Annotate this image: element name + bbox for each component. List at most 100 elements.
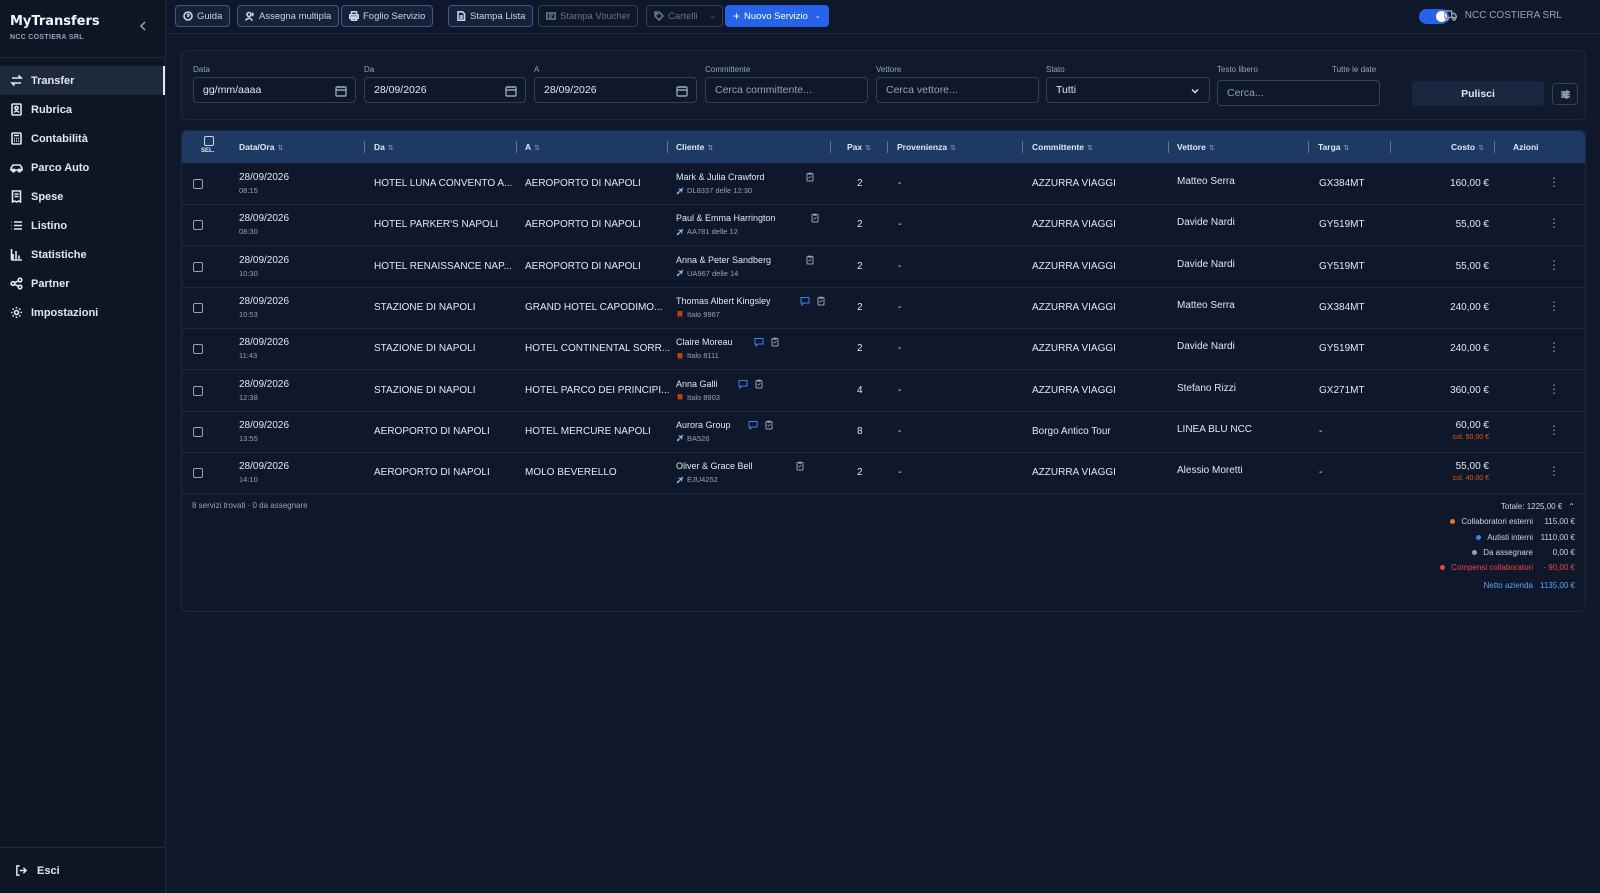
customer-cell[interactable]: Thomas Albert Kingsley Italo 9967: [676, 296, 771, 319]
header-to[interactable]: A ⇅: [525, 142, 540, 152]
print-list-button[interactable]: Stampa Lista: [448, 5, 534, 27]
clipboard-icon[interactable]: [795, 461, 805, 471]
collapse-sidebar-icon[interactable]: [137, 20, 149, 32]
calendar-icon[interactable]: [505, 85, 517, 97]
clipboard-icon[interactable]: [810, 213, 820, 223]
row-actions-menu[interactable]: ⋮: [1548, 423, 1560, 437]
message-icon[interactable]: [748, 420, 758, 431]
table-row[interactable]: 28/09/2026 14:10 AEROPORTO DI NAPOLI MOLO B…: [182, 452, 1585, 495]
notes-icon[interactable]: [754, 337, 764, 348]
customer-cell[interactable]: Claire Moreau Italo 8111: [676, 337, 733, 360]
service-sheet-button[interactable]: Foglio Servizio: [341, 5, 434, 27]
voucher-icon[interactable]: [795, 461, 805, 471]
table-row[interactable]: 28/09/2026 11:43 STAZIONE DI NAPOLI HOTEL C…: [182, 328, 1585, 371]
total-line[interactable]: Totale: 1225,00 € ⌃: [1440, 499, 1575, 514]
sidebar-item-rubrica[interactable]: Rubrica: [0, 95, 165, 124]
row-actions-menu[interactable]: ⋮: [1548, 175, 1560, 189]
sidebar-item-partner[interactable]: Partner: [0, 269, 165, 298]
voucher-icon[interactable]: [805, 255, 815, 265]
client-search-input[interactable]: Cerca committente...: [705, 77, 868, 103]
sidebar-item-spese[interactable]: Spese: [0, 182, 165, 211]
header-cost[interactable]: Costo ⇅: [1451, 142, 1484, 152]
row-checkbox[interactable]: [193, 385, 203, 396]
status-select[interactable]: Tutti: [1046, 77, 1210, 103]
clipboard-icon[interactable]: [805, 172, 815, 182]
voucher-icon[interactable]: [816, 296, 826, 306]
customer-cell[interactable]: Oliver & Grace Bell EJU4252: [676, 461, 753, 484]
voucher-icon[interactable]: [764, 420, 774, 430]
logout-button[interactable]: Esci: [0, 847, 166, 893]
sidebar-item-listino[interactable]: Listino: [0, 211, 165, 240]
row-checkbox[interactable]: [193, 426, 203, 437]
notes-icon[interactable]: [748, 420, 758, 431]
row-actions-menu[interactable]: ⋮: [1548, 464, 1560, 478]
voucher-icon[interactable]: [805, 172, 815, 182]
row-checkbox[interactable]: [193, 179, 203, 189]
from-filter-input[interactable]: 28/09/2026: [364, 77, 526, 103]
customer-cell[interactable]: Aurora Group BA526: [676, 420, 731, 443]
table-row[interactable]: 28/09/2026 10:30 HOTEL RENAISSANCE NAP... A…: [182, 246, 1585, 288]
advanced-filter-button[interactable]: [1552, 83, 1578, 105]
date-filter-input[interactable]: gg/mm/aaaa: [193, 77, 356, 103]
message-icon[interactable]: [754, 337, 764, 348]
row-checkbox[interactable]: [193, 220, 203, 231]
calendar-icon[interactable]: [335, 85, 347, 97]
calendar-icon[interactable]: [676, 85, 688, 97]
header-from[interactable]: Da ⇅: [374, 142, 394, 152]
voucher-icon[interactable]: [770, 337, 780, 347]
header-datetime[interactable]: Data/Ora ⇅: [239, 142, 283, 152]
row-actions-menu[interactable]: ⋮: [1548, 299, 1560, 313]
header-origin[interactable]: Provenienza ⇅: [897, 142, 956, 152]
row-actions-menu[interactable]: ⋮: [1548, 382, 1560, 396]
row-actions-menu[interactable]: ⋮: [1548, 216, 1560, 230]
print-voucher-button[interactable]: Stampa Voucher: [538, 5, 639, 27]
customer-cell[interactable]: Anna Galli Italo 8903: [676, 379, 720, 402]
voucher-icon[interactable]: [754, 379, 764, 389]
table-row[interactable]: 28/09/2026 12:38 STAZIONE DI NAPOLI HOTEL P…: [182, 370, 1585, 412]
clipboard-icon[interactable]: [770, 337, 780, 347]
signs-dropdown-button[interactable]: Cartelli ⌄: [646, 5, 724, 27]
notes-icon[interactable]: [738, 379, 748, 389]
table-row[interactable]: 28/09/2026 08:15 HOTEL LUNA CONVENTO A... A…: [182, 163, 1585, 205]
customer-cell[interactable]: Mark & Julia Crawford DL8337 delle 12:30: [676, 172, 765, 195]
free-text-input[interactable]: Cerca...: [1217, 80, 1380, 106]
clipboard-icon[interactable]: [754, 379, 764, 389]
header-carrier[interactable]: Vettore ⇅: [1177, 142, 1215, 152]
clear-filters-button[interactable]: Pulisci: [1412, 81, 1544, 106]
select-all-checkbox[interactable]: [204, 136, 214, 146]
sidebar-item-transfer[interactable]: Transfer: [0, 66, 165, 95]
sidebar-item-contabilit-[interactable]: Contabilità: [0, 124, 165, 153]
notes-icon[interactable]: [800, 296, 810, 307]
all-dates-label[interactable]: Tutte le date: [1332, 65, 1376, 74]
row-actions-menu[interactable]: ⋮: [1548, 340, 1560, 354]
customer-cell[interactable]: Paul & Emma Harrington AA781 delle 12: [676, 213, 776, 236]
customer-cell[interactable]: Anna & Peter Sandberg UA967 delle 14: [676, 255, 771, 278]
row-checkbox[interactable]: [193, 344, 203, 355]
row-checkbox[interactable]: [193, 261, 203, 272]
row-actions-menu[interactable]: ⋮: [1548, 258, 1560, 272]
table-row[interactable]: 28/09/2026 13:55 AEROPORTO DI NAPOLI HOTEL …: [182, 411, 1585, 453]
status-dot: [1472, 550, 1478, 556]
clipboard-icon[interactable]: [764, 420, 774, 430]
row-checkbox[interactable]: [193, 302, 203, 313]
new-service-button[interactable]: + Nuovo Servizio ⌄: [725, 5, 829, 27]
row-checkbox[interactable]: [193, 468, 203, 479]
message-icon[interactable]: [800, 296, 810, 307]
voucher-icon[interactable]: [810, 213, 820, 223]
header-plate[interactable]: Targa ⇅: [1318, 142, 1349, 152]
sidebar-item-parco-auto[interactable]: Parco Auto: [0, 153, 165, 182]
sidebar-item-statistiche[interactable]: Statistiche: [0, 240, 165, 269]
header-client[interactable]: Committente ⇅: [1032, 142, 1093, 152]
multi-assign-button[interactable]: Assegna multipla: [237, 5, 340, 27]
header-customer[interactable]: Cliente ⇅: [676, 142, 713, 152]
to-filter-input[interactable]: 28/09/2026: [534, 77, 697, 103]
message-icon[interactable]: [738, 379, 748, 389]
carrier-search-input[interactable]: Cerca vettore...: [876, 77, 1039, 103]
clipboard-icon[interactable]: [816, 296, 826, 306]
clipboard-icon[interactable]: [805, 255, 815, 265]
header-pax[interactable]: Pax ⇅: [847, 142, 871, 152]
guide-button[interactable]: Guida: [175, 5, 231, 27]
table-row[interactable]: 28/09/2026 10:53 STAZIONE DI NAPOLI GRAND H…: [182, 287, 1585, 329]
sidebar-item-impostazioni[interactable]: Impostazioni: [0, 298, 165, 327]
table-row[interactable]: 28/09/2026 08:30 HOTEL PARKER'S NAPOLI AERO…: [182, 204, 1585, 247]
